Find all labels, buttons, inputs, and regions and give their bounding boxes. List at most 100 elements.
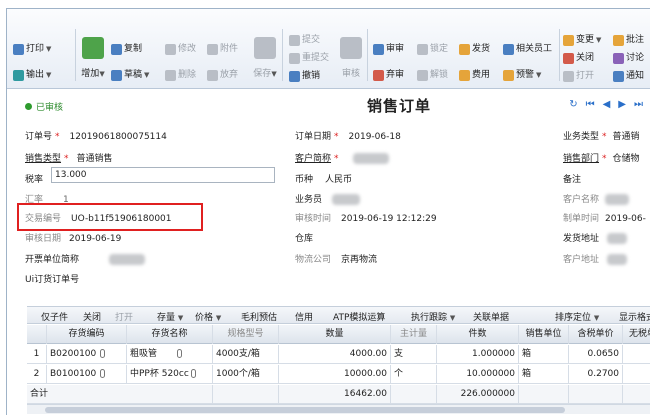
lock-button[interactable]: 锁定 [417, 42, 448, 56]
chevron-down-icon: ▼ [144, 71, 150, 79]
display-format-button[interactable]: 显示格式 [619, 310, 650, 323]
redacted-value [605, 194, 630, 205]
audit-button[interactable]: 审审 [373, 42, 404, 56]
annotate-button[interactable]: 批注 [613, 33, 644, 47]
revoke-button[interactable]: 撤销 [289, 69, 320, 83]
cell-spec[interactable]: 1000个/箱 [213, 365, 279, 384]
margin-estimate-button[interactable]: 毛利预估 [241, 310, 277, 323]
cell-inv-name[interactable]: 中PP杯 520cc [127, 365, 213, 384]
col-header[interactable]: 含税单价 [569, 325, 623, 344]
notify-button[interactable]: 通知 [613, 69, 644, 83]
open-row-button[interactable]: 打开 [115, 310, 133, 323]
cell-inv-code[interactable]: B0200100 [47, 345, 127, 364]
open-order-button[interactable]: 打开 [563, 69, 594, 83]
price-button[interactable]: 价格 ▼ [195, 310, 221, 323]
stock-button[interactable]: 存量 ▼ [157, 310, 183, 323]
order-no-field: 订单号 * 12019061800075114 [25, 132, 167, 142]
cell-spec[interactable]: 4000支/箱 [213, 345, 279, 364]
order-date-field: 订单日期 * 2019-06-18 [295, 132, 401, 142]
first-record-icon[interactable]: ⏮ [586, 99, 595, 110]
total-qty: 16462.00 [279, 385, 391, 404]
export-button[interactable]: 输出 ▼ [13, 68, 51, 82]
redacted-value [352, 153, 389, 164]
cell-price[interactable]: 0.2700 [569, 365, 623, 384]
submit-button[interactable]: 提交 [289, 33, 320, 47]
export-icon [13, 69, 24, 81]
cell-pieces[interactable]: 1.000000 [437, 345, 519, 364]
cell-sales-unit[interactable]: 箱 [519, 345, 569, 364]
close-order-button[interactable]: 关闭 [563, 51, 594, 65]
attachment-button[interactable]: 附件 [207, 42, 238, 56]
col-header[interactable]: 销售单位 [519, 325, 569, 344]
approved-status: 已审核 [25, 100, 63, 113]
cell-inv-code[interactable]: B0100100 [47, 365, 127, 384]
related-docs-button[interactable]: 关联单据 [473, 310, 509, 323]
col-header[interactable]: 件数 [437, 325, 519, 344]
refresh-icon[interactable]: ↻ [569, 99, 577, 110]
status-dot-icon [25, 103, 32, 110]
tax-rate-input[interactable]: 13.000 [51, 167, 275, 183]
subitem-button[interactable]: 仅子件 [41, 310, 68, 323]
discard-button[interactable]: 放弃 [207, 68, 238, 82]
unlock-icon [417, 69, 428, 81]
table-row[interactable]: 2 B0100100 中PP杯 520cc 1000个/箱 10000.00 个… [27, 365, 650, 384]
col-header[interactable]: 数量 [279, 325, 391, 344]
col-header[interactable]: 主计量 [391, 325, 437, 344]
expense-button[interactable]: 费用 [459, 68, 490, 82]
sort-button[interactable]: 排序定位 ▼ [555, 310, 599, 323]
horizontal-scrollbar[interactable] [27, 404, 650, 414]
warning-icon [503, 69, 514, 81]
trace-button[interactable]: 执行跟踪 ▼ [411, 310, 455, 323]
cell-unit[interactable]: 个 [391, 365, 437, 384]
cell-net-price[interactable] [623, 345, 650, 364]
chevron-down-icon: ▼ [46, 45, 52, 53]
save-button[interactable]: 保存▼ [251, 37, 279, 79]
abandon-audit-button[interactable]: 弃审 [373, 68, 404, 82]
ship-button[interactable]: 发货 [459, 42, 490, 56]
cell-unit[interactable]: 支 [391, 345, 437, 364]
cell-sales-unit[interactable]: 箱 [519, 365, 569, 384]
discuss-button[interactable]: 讨论 [613, 51, 644, 65]
atp-button[interactable]: ATP模拟运算 [333, 310, 385, 323]
scrollbar-thumb[interactable] [45, 407, 565, 413]
ui-order-label: Ui订货订单号 [25, 275, 80, 285]
credit-button[interactable]: 信用 [295, 310, 313, 323]
add-button[interactable]: 增加▼ [79, 37, 107, 79]
draft-button[interactable]: 草稿 ▼ [111, 68, 149, 82]
cell-net-price[interactable] [623, 365, 650, 384]
col-header[interactable]: 存货名称 [127, 325, 213, 344]
related-staff-button[interactable]: 相关员工 [503, 42, 552, 56]
cell-qty[interactable]: 10000.00 [279, 365, 391, 384]
cell-pieces[interactable]: 10.000000 [437, 365, 519, 384]
total-cell [213, 385, 279, 404]
ship-icon [459, 43, 470, 55]
printer-icon [13, 43, 24, 55]
modify-button[interactable]: 修改 [165, 42, 196, 56]
row-number: 2 [27, 365, 47, 384]
change-button[interactable]: 变更 ▼ [563, 33, 601, 47]
last-record-icon[interactable]: ⏭ [634, 99, 643, 110]
review-button[interactable]: 审核 [337, 37, 365, 79]
cell-price[interactable]: 0.0650 [569, 345, 623, 364]
prev-record-icon[interactable]: ◀ [603, 99, 611, 110]
delete-button[interactable]: 删除 [165, 68, 196, 82]
next-record-icon[interactable]: ▶ [618, 99, 626, 110]
prewarn-button[interactable]: 预警 ▼ [503, 68, 541, 82]
chevron-down-icon: ▼ [593, 314, 600, 322]
paperclip-icon [177, 349, 183, 358]
total-cell [519, 385, 569, 404]
resubmit-button[interactable]: 重提交 [289, 51, 329, 65]
col-header[interactable]: 无税单 [623, 325, 650, 344]
unlock-button[interactable]: 解锁 [417, 68, 448, 82]
cell-qty[interactable]: 4000.00 [279, 345, 391, 364]
print-button[interactable]: 打印 ▼ [13, 42, 51, 56]
grid-toolbar: 仅子件 关闭 打开 存量 ▼ 价格 ▼ 毛利预估 信用 ATP模拟运算 执行跟踪… [27, 306, 650, 324]
divider [75, 29, 76, 81]
table-row[interactable]: 1 B0200100 粗吸管 4000支/箱 4000.00 支 1.00000… [27, 345, 650, 364]
col-header[interactable]: 规格型号 [213, 325, 279, 344]
paperclip-icon [190, 369, 196, 378]
col-header[interactable]: 存货编码 [47, 325, 127, 344]
copy-button[interactable]: 复制 [111, 42, 142, 56]
cell-inv-name[interactable]: 粗吸管 [127, 345, 213, 364]
close-row-button[interactable]: 关闭 [83, 310, 101, 323]
